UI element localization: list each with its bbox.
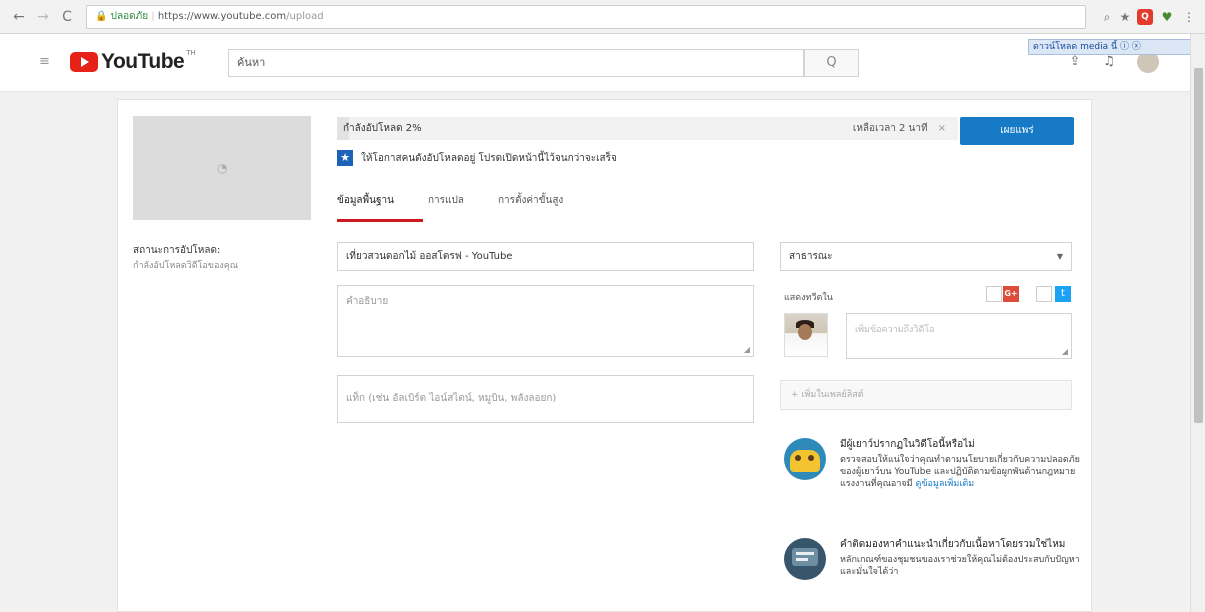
menu-hamburger-icon[interactable]: ≡ [39,54,50,69]
upload-status-title: สถานะการอัปโหลด: [133,245,221,256]
share-message-field[interactable]: เพิ่มข้อความถึงวิดีโอ ◢ [846,313,1072,359]
download-notice[interactable]: ดาวน์โหลด media นี้ ⓘ ⓧ [1028,39,1205,55]
secure-label: ปลอดภัย [110,11,149,22]
publish-button[interactable]: เผยแพร่ [960,117,1074,145]
reload-button[interactable]: C [58,8,76,26]
help-title: คำติดมองหาคำแนะนำเกี่ยวกับเนื้อหาโดยรวมใ… [840,539,1066,550]
upload-info-text: ให้โอกาสคนดังอัปโหลดอยู่ โปรดเปิดหน้านี้… [361,152,617,164]
cancel-upload-icon[interactable]: × [938,123,946,134]
twitter-icon[interactable]: t [1055,286,1071,302]
youtube-header: ≡ YouTube TH ค้นหา Q ⇪ ♫ [0,34,1190,92]
privacy-select[interactable]: สาธารณะ ▼ [780,242,1072,271]
address-bar[interactable]: 🔒 ปลอดภัย | https://www.youtube.com/uplo… [86,5,1086,29]
resize-handle-icon[interactable]: ◢ [744,345,750,354]
title-field[interactable]: เที่ยวสวนดอกไม้ ออสโตรฟ - YouTube [337,242,754,271]
extension-leaf-icon[interactable]: ♥ [1159,9,1175,25]
video-thumbnail: ◔ [133,116,311,220]
description-field[interactable]: คำอธิบาย ◢ [337,285,754,357]
child-safety-icon [784,438,826,480]
play-icon [70,52,98,72]
search-button[interactable]: Q [804,49,859,77]
lock-icon: 🔒 [95,11,108,22]
description-placeholder: คำอธิบาย [346,296,389,307]
menu-icon[interactable]: ⋮ [1181,9,1197,25]
extension-icon[interactable]: Q [1137,9,1153,25]
add-to-playlist-button[interactable]: + เพิ่มในเพลย์ลิสต์ [780,380,1072,410]
logo-region: TH [186,49,196,57]
logo-text: YouTube [101,50,185,73]
scrollbar-thumb[interactable] [1194,68,1203,423]
google-plus-icon[interactable]: G+ [1003,286,1019,302]
privacy-value: สาธารณะ [789,251,833,262]
tab-advanced-settings[interactable]: การตั้งค่าขั้นสูง [498,188,563,222]
url-path: /upload [286,11,324,22]
tab-bar: ข้อมูลพื้นฐาน การแปล การตั้งค่าขั้นสูง [337,188,597,222]
share-label: แสดงทวีตใน [784,293,833,303]
star-icon: ★ [337,150,353,166]
url-host: https://www.youtube.com [157,11,287,22]
zoom-icon[interactable]: ⌕ [1099,9,1115,25]
loading-icon: ◔ [217,161,228,175]
browser-toolbar: ← → C 🔒 ปลอดภัย | https://www.youtube.co… [0,0,1205,34]
help-body: หลักเกณฑ์ของชุมชนของเราช่วยให้คุณไม่ต้อง… [840,555,1080,577]
google-plus-checkbox[interactable] [986,286,1002,302]
upload-icon[interactable]: ⇪ [1066,53,1084,71]
avatar-face [798,324,812,340]
page-scrollbar[interactable] [1190,34,1205,612]
tags-field[interactable]: แท็ก (เช่น อัลเบิร์ต ไอน์สไตน์, หมูบิน, … [337,375,754,423]
time-remaining-text: เหลือเวลา 2 นาที [852,123,928,134]
back-button[interactable]: ← [10,8,28,26]
resize-handle-icon[interactable]: ◢ [1062,347,1068,356]
twitter-checkbox[interactable] [1036,286,1052,302]
help-title: มีผู้เยาว์ปรากฏในวิดีโอนี้หรือไม่ [840,439,975,450]
search-input[interactable]: ค้นหา [228,49,804,77]
youtube-logo[interactable]: YouTube TH [70,49,196,74]
search-icon: Q [826,55,837,70]
bookmark-star-icon[interactable]: ★ [1117,9,1133,25]
guidelines-icon [784,538,826,580]
upload-progress-bar: กำลังอัปโหลด 2% เหลือเวลา 2 นาที × [337,117,958,140]
help-item: มีผู้เยาว์ปรากฏในวิดีโอนี้หรือไม่ ตรวจสอ… [784,438,1080,490]
upload-status-text: กำลังอัปโหลดวิดีโอของคุณ [133,261,239,271]
tab-basic-info[interactable]: ข้อมูลพื้นฐาน [337,188,394,222]
share-message-placeholder: เพิ่มข้อความถึงวิดีโอ [855,325,935,335]
notifications-bell-icon[interactable]: ♫ [1100,53,1118,71]
chevron-down-icon: ▼ [1056,252,1063,261]
help-item: คำติดมองหาคำแนะนำเกี่ยวกับเนื้อหาโดยรวมใ… [784,538,1080,580]
help-body: ตรวจสอบให้แน่ใจว่าคุณทำตามนโยบายเกี่ยวกั… [840,454,1080,490]
active-tab-indicator [337,219,423,222]
progress-label: กำลังอัปโหลด 2% [343,123,422,134]
upload-card: ◔ สถานะการอัปโหลด: กำลังอัปโหลดวิดีโอของ… [117,99,1092,612]
time-remaining: เหลือเวลา 2 นาที × [853,117,946,140]
learn-more-link[interactable]: ดูข้อมูลเพิ่มเติม [915,479,974,489]
forward-button[interactable]: → [34,8,52,26]
upload-info: ★ ให้โอกาสคนดังอัปโหลดอยู่ โปรดเปิดหน้าน… [337,150,617,166]
tab-translation[interactable]: การแปล [428,188,464,222]
user-avatar [784,313,828,357]
